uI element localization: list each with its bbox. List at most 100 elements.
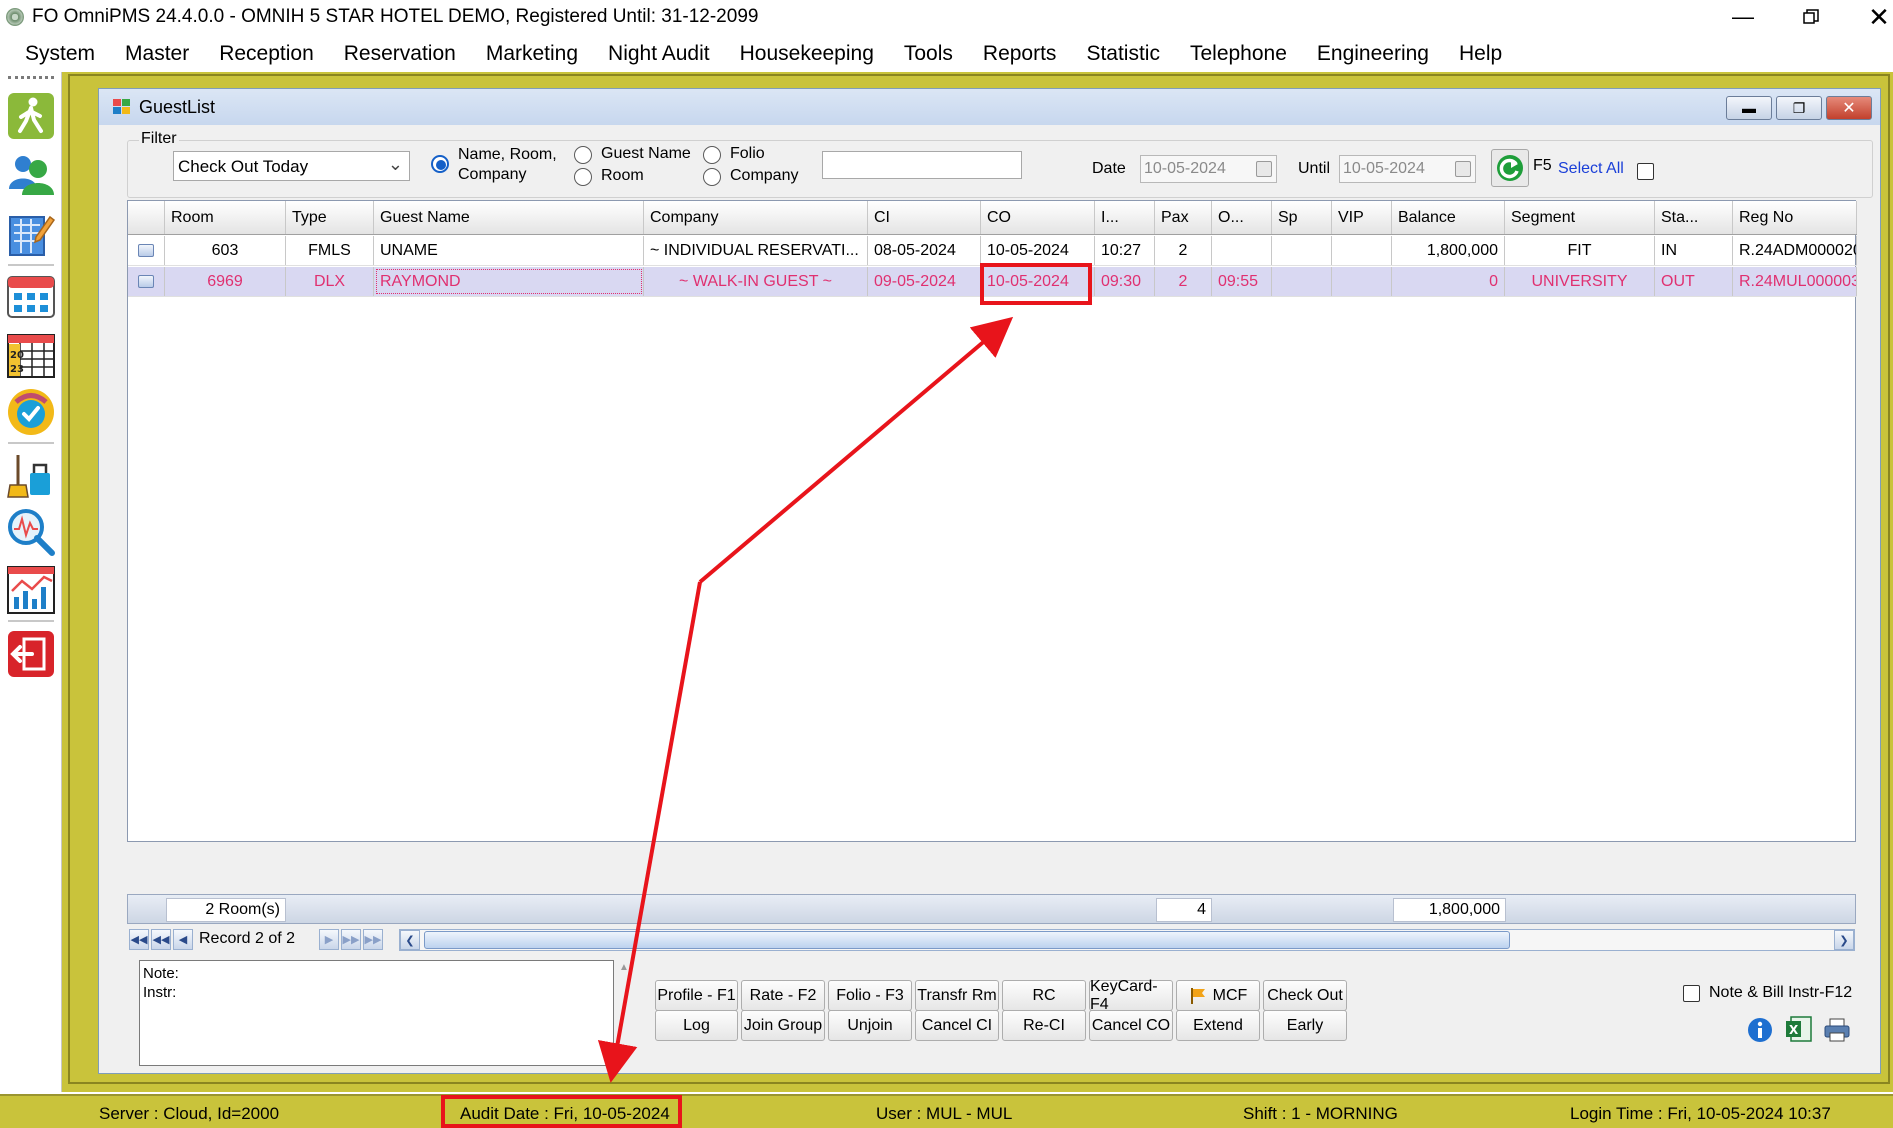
cancel-ci-button[interactable]: Cancel CI — [915, 1010, 999, 1041]
close-button[interactable]: ✕ — [1854, 0, 1893, 34]
col-sp[interactable]: Sp — [1272, 201, 1332, 234]
scroll-up-icon[interactable]: ▲ — [619, 962, 629, 973]
radio-guest-name[interactable] — [574, 146, 592, 164]
menu-marketing[interactable]: Marketing — [472, 42, 592, 66]
scroll-right-icon[interactable]: ❯ — [1834, 930, 1854, 950]
search-input[interactable] — [822, 151, 1022, 179]
prev-record-icon[interactable]: ◀ — [173, 929, 193, 950]
menu-engineering[interactable]: Engineering — [1303, 42, 1443, 66]
transfer-room-button[interactable]: Transfr Rm — [915, 980, 999, 1011]
early-button[interactable]: Early — [1263, 1010, 1347, 1041]
keycard-button[interactable]: KeyCard-F4 — [1089, 978, 1173, 1013]
mcf-button[interactable]: MCF — [1176, 980, 1260, 1011]
col-company[interactable]: Company — [644, 201, 868, 234]
availability-icon[interactable] — [5, 386, 57, 438]
next-record-icon[interactable]: ▶ — [319, 929, 339, 950]
menu-telephone[interactable]: Telephone — [1176, 42, 1301, 66]
scrollbar-thumb[interactable] — [424, 931, 1510, 949]
cell-sp — [1272, 267, 1332, 296]
menu-help[interactable]: Help — [1445, 42, 1516, 66]
walk-in-icon[interactable] — [5, 90, 57, 142]
until-date-picker[interactable]: 10-05-2024 — [1339, 155, 1476, 183]
room-plan-icon[interactable] — [5, 270, 57, 322]
mdi-restore-button[interactable]: ❐ — [1776, 96, 1822, 120]
radio-company[interactable] — [703, 168, 721, 186]
col-in-time[interactable]: I... — [1095, 201, 1155, 234]
extend-button[interactable]: Extend — [1176, 1010, 1260, 1041]
rc-button[interactable]: RC — [1002, 980, 1086, 1011]
col-ci[interactable]: CI — [868, 201, 981, 234]
col-status[interactable]: Sta... — [1655, 201, 1733, 234]
filter-combo[interactable]: Check Out Today ⌄ — [173, 151, 410, 181]
col-vip[interactable]: VIP — [1332, 201, 1392, 234]
minimize-button[interactable]: — — [1718, 0, 1768, 34]
date-picker[interactable]: 10-05-2024 — [1140, 155, 1277, 183]
folio-button[interactable]: Folio - F3 — [828, 980, 912, 1011]
table-row[interactable]: 603 FMLS UNAME ~ INDIVIDUAL RESERVATI...… — [128, 236, 1857, 266]
filter-label: Filter — [139, 130, 179, 148]
scroll-down-icon[interactable]: ▼ — [619, 1053, 629, 1064]
cell-type: FMLS — [286, 236, 374, 265]
col-reg-no[interactable]: Reg No — [1733, 201, 1857, 234]
guests-icon[interactable] — [5, 148, 57, 200]
analysis-icon[interactable] — [5, 506, 57, 558]
col-segment[interactable]: Segment — [1505, 201, 1655, 234]
col-co[interactable]: CO — [981, 201, 1095, 234]
mdi-close-button[interactable]: ✕ — [1826, 96, 1872, 120]
status-bar: Server : Cloud, Id=2000 Audit Date : Fri… — [0, 1094, 1893, 1128]
menu-night-audit[interactable]: Night Audit — [594, 42, 724, 66]
col-out-time[interactable]: O... — [1212, 201, 1272, 234]
radio-folio[interactable] — [703, 146, 721, 164]
next-page-icon[interactable]: ▶▶ — [341, 929, 361, 950]
registration-icon[interactable] — [5, 208, 57, 260]
unjoin-button[interactable]: Unjoin — [828, 1010, 912, 1041]
select-all-label[interactable]: Select All — [1558, 160, 1624, 178]
cell-guest-name[interactable]: RAYMOND — [374, 267, 644, 296]
reports-chart-icon[interactable] — [5, 564, 57, 616]
log-button[interactable]: Log — [655, 1010, 738, 1041]
menu-tools[interactable]: Tools — [890, 42, 967, 66]
row-select-indicator[interactable] — [128, 267, 165, 296]
calendar-icon[interactable]: 20 23 — [5, 328, 57, 380]
restore-button[interactable] — [1786, 0, 1836, 34]
print-icon[interactable] — [1823, 1017, 1850, 1043]
row-select-indicator[interactable] — [128, 236, 165, 265]
excel-export-icon[interactable]: X — [1785, 1015, 1812, 1042]
check-out-button[interactable]: Check Out — [1263, 980, 1347, 1011]
menu-reservation[interactable]: Reservation — [330, 42, 470, 66]
col-room[interactable]: Room — [165, 201, 286, 234]
housekeeping-icon[interactable] — [5, 450, 57, 502]
horizontal-scrollbar[interactable]: ❮ ❯ — [399, 929, 1855, 951]
last-record-icon[interactable]: ▶▶ — [363, 929, 383, 950]
info-icon[interactable] — [1747, 1017, 1773, 1043]
profile-button[interactable]: Profile - F1 — [655, 980, 738, 1011]
re-ci-button[interactable]: Re-CI — [1002, 1010, 1086, 1041]
logout-icon[interactable] — [5, 628, 57, 680]
col-type[interactable]: Type — [286, 201, 374, 234]
mdi-minimize-button[interactable]: ▬ — [1726, 96, 1772, 120]
menu-reception[interactable]: Reception — [205, 42, 328, 66]
col-balance[interactable]: Balance — [1392, 201, 1505, 234]
radio-name-room-company[interactable] — [431, 155, 449, 173]
cell-reg-no: R.24ADM000020 — [1733, 236, 1857, 265]
select-all-checkbox[interactable] — [1637, 163, 1654, 180]
join-group-button[interactable]: Join Group — [741, 1010, 825, 1041]
menu-statistic[interactable]: Statistic — [1072, 42, 1174, 66]
note-instruction-box[interactable]: Note: Instr: — [139, 960, 614, 1066]
date-value: 10-05-2024 — [1144, 160, 1226, 177]
refresh-button[interactable] — [1491, 149, 1529, 187]
menu-system[interactable]: System — [0, 42, 109, 66]
rate-button[interactable]: Rate - F2 — [741, 980, 825, 1011]
col-pax[interactable]: Pax — [1155, 201, 1212, 234]
col-guest-name[interactable]: Guest Name — [374, 201, 644, 234]
menu-master[interactable]: Master — [111, 42, 203, 66]
note-bill-checkbox[interactable] — [1683, 985, 1700, 1002]
scroll-left-icon[interactable]: ❮ — [400, 930, 420, 950]
prev-page-icon[interactable]: ◀◀ — [151, 929, 171, 950]
flag-icon — [1190, 987, 1205, 1004]
menu-housekeeping[interactable]: Housekeeping — [726, 42, 888, 66]
menu-reports[interactable]: Reports — [969, 42, 1071, 66]
cancel-co-button[interactable]: Cancel CO — [1089, 1010, 1173, 1041]
first-record-icon[interactable]: ◀◀ — [129, 929, 149, 950]
radio-room[interactable] — [574, 168, 592, 186]
